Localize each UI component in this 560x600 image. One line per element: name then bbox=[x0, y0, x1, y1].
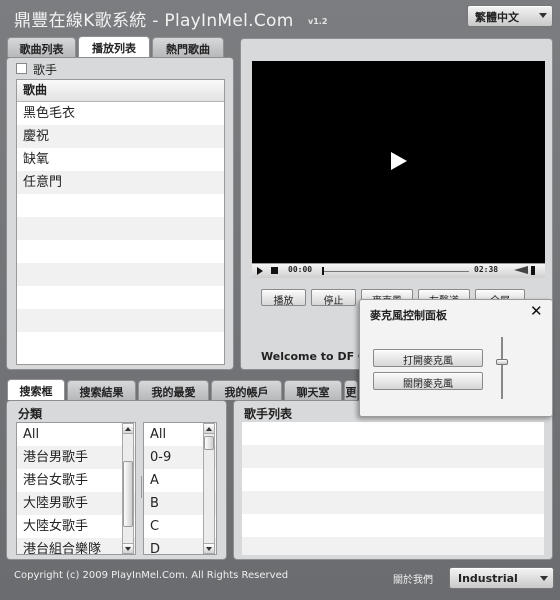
song-list-item[interactable] bbox=[17, 263, 224, 286]
chevron-down-icon bbox=[539, 13, 547, 18]
tab-search-box[interactable]: 搜索框 bbox=[7, 379, 65, 400]
time-current: 00:00 bbox=[288, 265, 313, 274]
language-select-label: 繁體中文 bbox=[475, 11, 519, 24]
mic-control-popup: 麥克風控制面板 ✕ 打開麥克風 關閉麥克風 bbox=[359, 299, 553, 417]
stop-icon[interactable] bbox=[271, 267, 278, 274]
player-controls: 00:00 02:38 bbox=[252, 263, 545, 278]
app-title: 鼎豐在線K歌系統 - PlayInMel.Com bbox=[14, 11, 294, 31]
category-list-item[interactable]: All bbox=[17, 423, 135, 446]
playlist-panel: 歌手 歌曲 黑色毛衣 慶祝 缺氧 任意門 bbox=[6, 57, 234, 370]
play-small-icon[interactable] bbox=[257, 267, 263, 275]
tab-song-list[interactable]: 歌曲列表 bbox=[7, 37, 76, 57]
scroll-down-icon[interactable] bbox=[204, 543, 214, 553]
tab-hot-songs[interactable]: 熱門歌曲 bbox=[152, 37, 224, 57]
category-rows: All 港台男歌手 港台女歌手 大陸男歌手 大陸女歌手 港台組合樂隊 bbox=[17, 423, 135, 554]
tab-favorites[interactable]: 我的最愛 bbox=[138, 380, 209, 400]
scroll-down-icon[interactable] bbox=[123, 543, 133, 553]
category-header: 分類 bbox=[18, 407, 43, 421]
letter-scrollbar[interactable] bbox=[203, 423, 215, 554]
progress-track[interactable] bbox=[324, 271, 469, 272]
copyright-text: Copyright (c) 2009 PlayInMel.Com. All Ri… bbox=[14, 570, 289, 581]
song-list-item[interactable] bbox=[17, 217, 224, 240]
category-panel: 分類 All 港台男歌手 港台女歌手 大陸男歌手 大陸女歌手 港台組合樂隊 All 0-9 A… bbox=[6, 400, 227, 560]
open-mic-button[interactable]: 打開麥克風 bbox=[373, 349, 483, 367]
theme-select[interactable]: Industrial bbox=[449, 567, 554, 589]
category-list-item[interactable]: 港台組合樂隊 bbox=[17, 538, 135, 554]
singer-list-header: 歌手列表 bbox=[244, 407, 293, 421]
singer-list-item[interactable] bbox=[242, 468, 544, 491]
category-list-item[interactable]: 港台男歌手 bbox=[17, 446, 135, 469]
letter-list: All 0-9 A B C D bbox=[143, 422, 217, 555]
app-version: v1.2 bbox=[308, 17, 328, 26]
scroll-thumb[interactable] bbox=[123, 461, 133, 527]
category-list-item[interactable]: 大陸女歌手 bbox=[17, 515, 135, 538]
mic-volume-slider[interactable] bbox=[496, 359, 508, 366]
singer-list-item[interactable] bbox=[242, 537, 544, 555]
song-list-item[interactable]: 缺氧 bbox=[17, 148, 224, 171]
play-button[interactable]: 播放 bbox=[261, 289, 306, 306]
close-mic-button[interactable]: 關閉麥克風 bbox=[373, 372, 483, 390]
song-list-item[interactable]: 慶祝 bbox=[17, 125, 224, 148]
singer-checkbox-label: 歌手 bbox=[33, 63, 58, 77]
song-list-item[interactable] bbox=[17, 309, 224, 332]
time-total: 02:38 bbox=[474, 265, 499, 274]
mic-panel-title: 麥克風控制面板 bbox=[370, 309, 447, 322]
volume-handle[interactable] bbox=[531, 266, 535, 275]
singer-list-item[interactable] bbox=[242, 491, 544, 514]
song-list-item[interactable]: 黑色毛衣 bbox=[17, 102, 224, 125]
singer-checkbox[interactable] bbox=[16, 63, 27, 74]
category-list-item[interactable]: 港台女歌手 bbox=[17, 469, 135, 492]
play-icon[interactable] bbox=[391, 152, 407, 170]
playlist-table: 歌曲 黑色毛衣 慶祝 缺氧 任意門 bbox=[16, 79, 225, 365]
mic-volume-track[interactable] bbox=[501, 337, 503, 399]
theme-select-label: Industrial bbox=[458, 572, 518, 585]
scroll-up-icon[interactable] bbox=[123, 424, 133, 434]
singer-list bbox=[242, 422, 544, 555]
category-list-item[interactable]: 大陸男歌手 bbox=[17, 492, 135, 515]
tab-playlist[interactable]: 播放列表 bbox=[78, 36, 150, 57]
chevron-down-icon bbox=[540, 576, 548, 581]
singer-list-item[interactable] bbox=[242, 514, 544, 537]
tab-my-account[interactable]: 我的帳戶 bbox=[211, 380, 282, 400]
song-rows: 黑色毛衣 慶祝 缺氧 任意門 bbox=[17, 102, 224, 355]
close-icon[interactable]: ✕ bbox=[530, 302, 543, 320]
language-select[interactable]: 繁體中文 bbox=[467, 5, 553, 27]
category-scrollbar[interactable] bbox=[122, 423, 134, 554]
column-header-song[interactable]: 歌曲 bbox=[17, 80, 224, 102]
singer-list-item[interactable] bbox=[242, 422, 544, 445]
scroll-thumb[interactable] bbox=[204, 436, 214, 450]
singer-rows bbox=[242, 422, 544, 555]
song-list-item[interactable]: 任意門 bbox=[17, 171, 224, 194]
stop-button[interactable]: 停止 bbox=[311, 289, 356, 306]
song-list-item[interactable] bbox=[17, 332, 224, 355]
tab-chat-room[interactable]: 聊天室 bbox=[284, 380, 342, 400]
tab-more[interactable]: 更 bbox=[344, 380, 358, 400]
volume-icon[interactable] bbox=[514, 266, 528, 274]
about-us-link[interactable]: 關於我們 bbox=[393, 571, 433, 586]
category-list: All 港台男歌手 港台女歌手 大陸男歌手 大陸女歌手 港台組合樂隊 bbox=[16, 422, 136, 555]
singer-list-item[interactable] bbox=[242, 445, 544, 468]
song-list-item[interactable] bbox=[17, 286, 224, 309]
song-list-item[interactable] bbox=[17, 240, 224, 263]
welcome-text: Welcome to DF Onli bbox=[261, 350, 361, 363]
tab-search-results[interactable]: 搜索結果 bbox=[67, 380, 136, 400]
singer-list-panel: 歌手列表 bbox=[233, 400, 553, 560]
scroll-up-icon[interactable] bbox=[204, 424, 214, 434]
song-list-item[interactable] bbox=[17, 194, 224, 217]
